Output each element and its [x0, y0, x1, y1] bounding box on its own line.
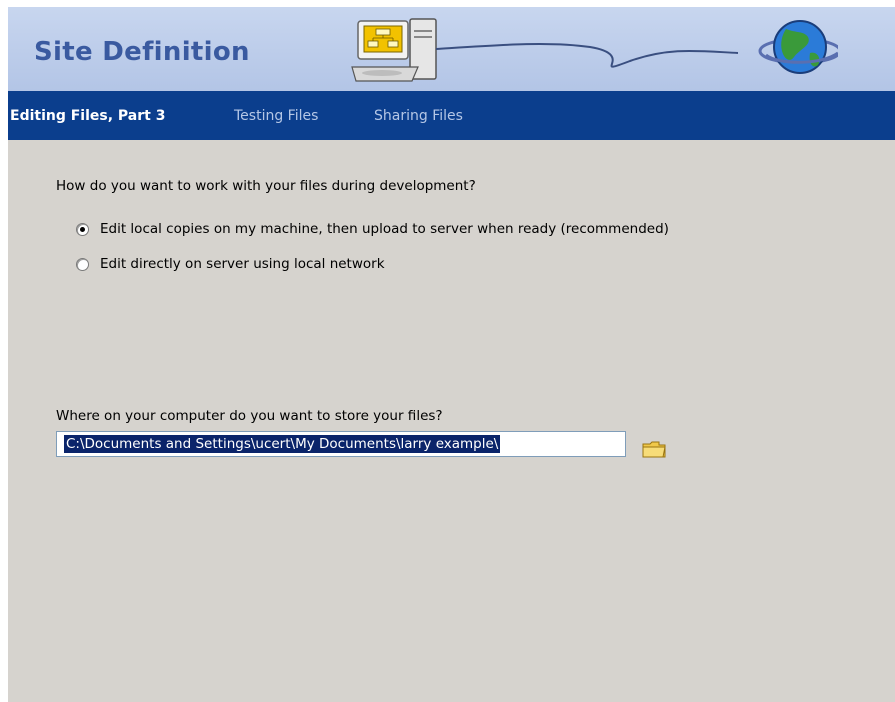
work-mode-question: How do you want to work with your files …: [56, 178, 476, 194]
network-banner-graphic: [351, 18, 838, 82]
radio-label-edit-local: Edit local copies on my machine, then up…: [100, 221, 669, 237]
tab-editing-files[interactable]: Editing Files, Part 3: [10, 108, 165, 124]
site-definition-dialog: Site Definition Editing Files, Part 3 Te…: [8, 7, 895, 702]
header-banner: Site Definition: [8, 7, 895, 91]
radio-label-edit-server: Edit directly on server using local netw…: [100, 256, 385, 272]
radio-button[interactable]: [76, 257, 89, 271]
radio-option-edit-server[interactable]: Edit directly on server using local netw…: [76, 256, 385, 272]
local-folder-path-input[interactable]: C:\Documents and Settings\ucert\My Docum…: [56, 431, 626, 457]
radio-button-selected[interactable]: [76, 222, 89, 236]
globe-icon: [758, 20, 838, 74]
computer-icon: [351, 18, 437, 82]
store-location-label: Where on your computer do you want to st…: [56, 408, 443, 424]
path-value-selected: C:\Documents and Settings\ucert\My Docum…: [64, 435, 501, 453]
tab-bar: Editing Files, Part 3 Testing Files Shar…: [8, 91, 895, 140]
page-title: Site Definition: [34, 37, 250, 67]
tab-sharing-files[interactable]: Sharing Files: [374, 108, 463, 124]
folder-icon[interactable]: [642, 439, 666, 459]
tab-testing-files[interactable]: Testing Files: [234, 108, 318, 124]
radio-option-edit-local[interactable]: Edit local copies on my machine, then up…: [76, 221, 669, 237]
